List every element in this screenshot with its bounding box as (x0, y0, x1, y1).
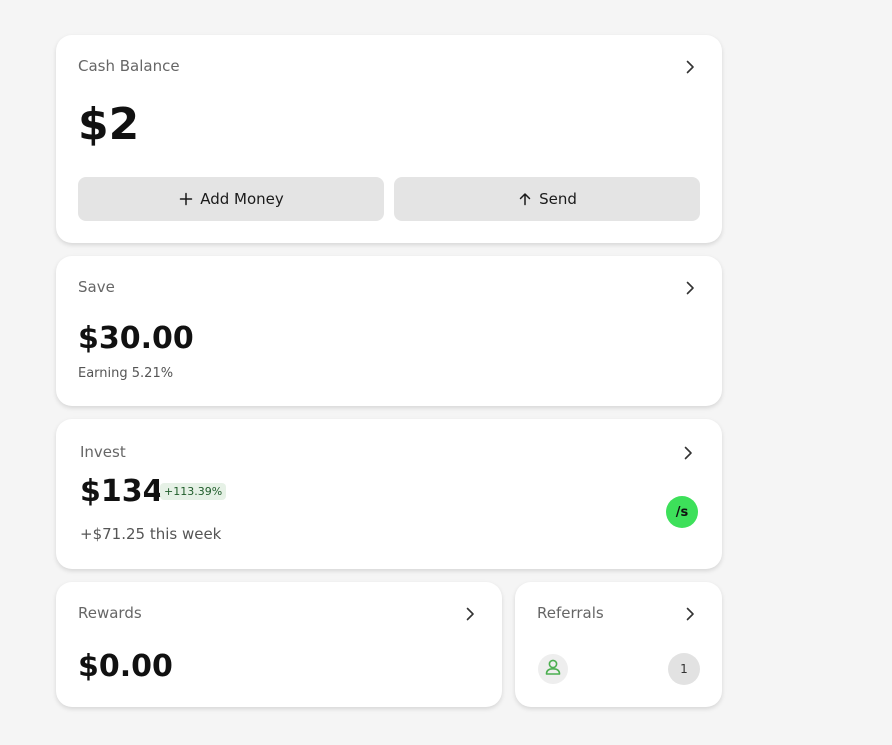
cash-balance-label: Cash Balance (78, 57, 180, 75)
invest-card[interactable]: Invest $134 +113.39% +$71.25 this week /… (56, 419, 722, 569)
chevron-right-icon[interactable] (678, 443, 698, 463)
referrals-card[interactable]: Referrals 1 (515, 582, 722, 707)
referral-count-badge: 1 (668, 653, 700, 685)
chevron-right-icon[interactable] (680, 57, 700, 77)
arrow-up-icon (517, 191, 533, 207)
brand-logo-icon: /s (666, 496, 698, 528)
avatar (538, 654, 568, 684)
save-label: Save (78, 278, 115, 296)
save-card[interactable]: Save $30.00 Earning 5.21% (56, 256, 722, 406)
chevron-right-icon[interactable] (680, 604, 700, 624)
save-earning-rate: Earning 5.21% (78, 366, 174, 381)
cash-balance-amount: $2 (78, 99, 140, 150)
invest-change-badge: +113.39% (160, 483, 227, 500)
chevron-right-icon[interactable] (680, 278, 700, 298)
referrals-label: Referrals (537, 604, 604, 622)
rewards-label: Rewards (78, 604, 142, 622)
add-money-button[interactable]: Add Money (78, 177, 384, 221)
invest-amount: $134 (80, 474, 164, 509)
person-icon (543, 657, 563, 681)
chevron-right-icon[interactable] (460, 604, 480, 624)
rewards-card[interactable]: Rewards $0.00 (56, 582, 502, 707)
save-amount: $30.00 (78, 321, 194, 356)
invest-weekly-change: +$71.25 this week (80, 525, 222, 543)
send-label: Send (539, 190, 577, 208)
add-money-label: Add Money (200, 190, 284, 208)
cash-balance-card[interactable]: Cash Balance $2 Add Money Send (56, 35, 722, 243)
rewards-amount: $0.00 (78, 649, 173, 684)
send-button[interactable]: Send (394, 177, 700, 221)
invest-label: Invest (80, 443, 126, 461)
plus-icon (178, 191, 194, 207)
